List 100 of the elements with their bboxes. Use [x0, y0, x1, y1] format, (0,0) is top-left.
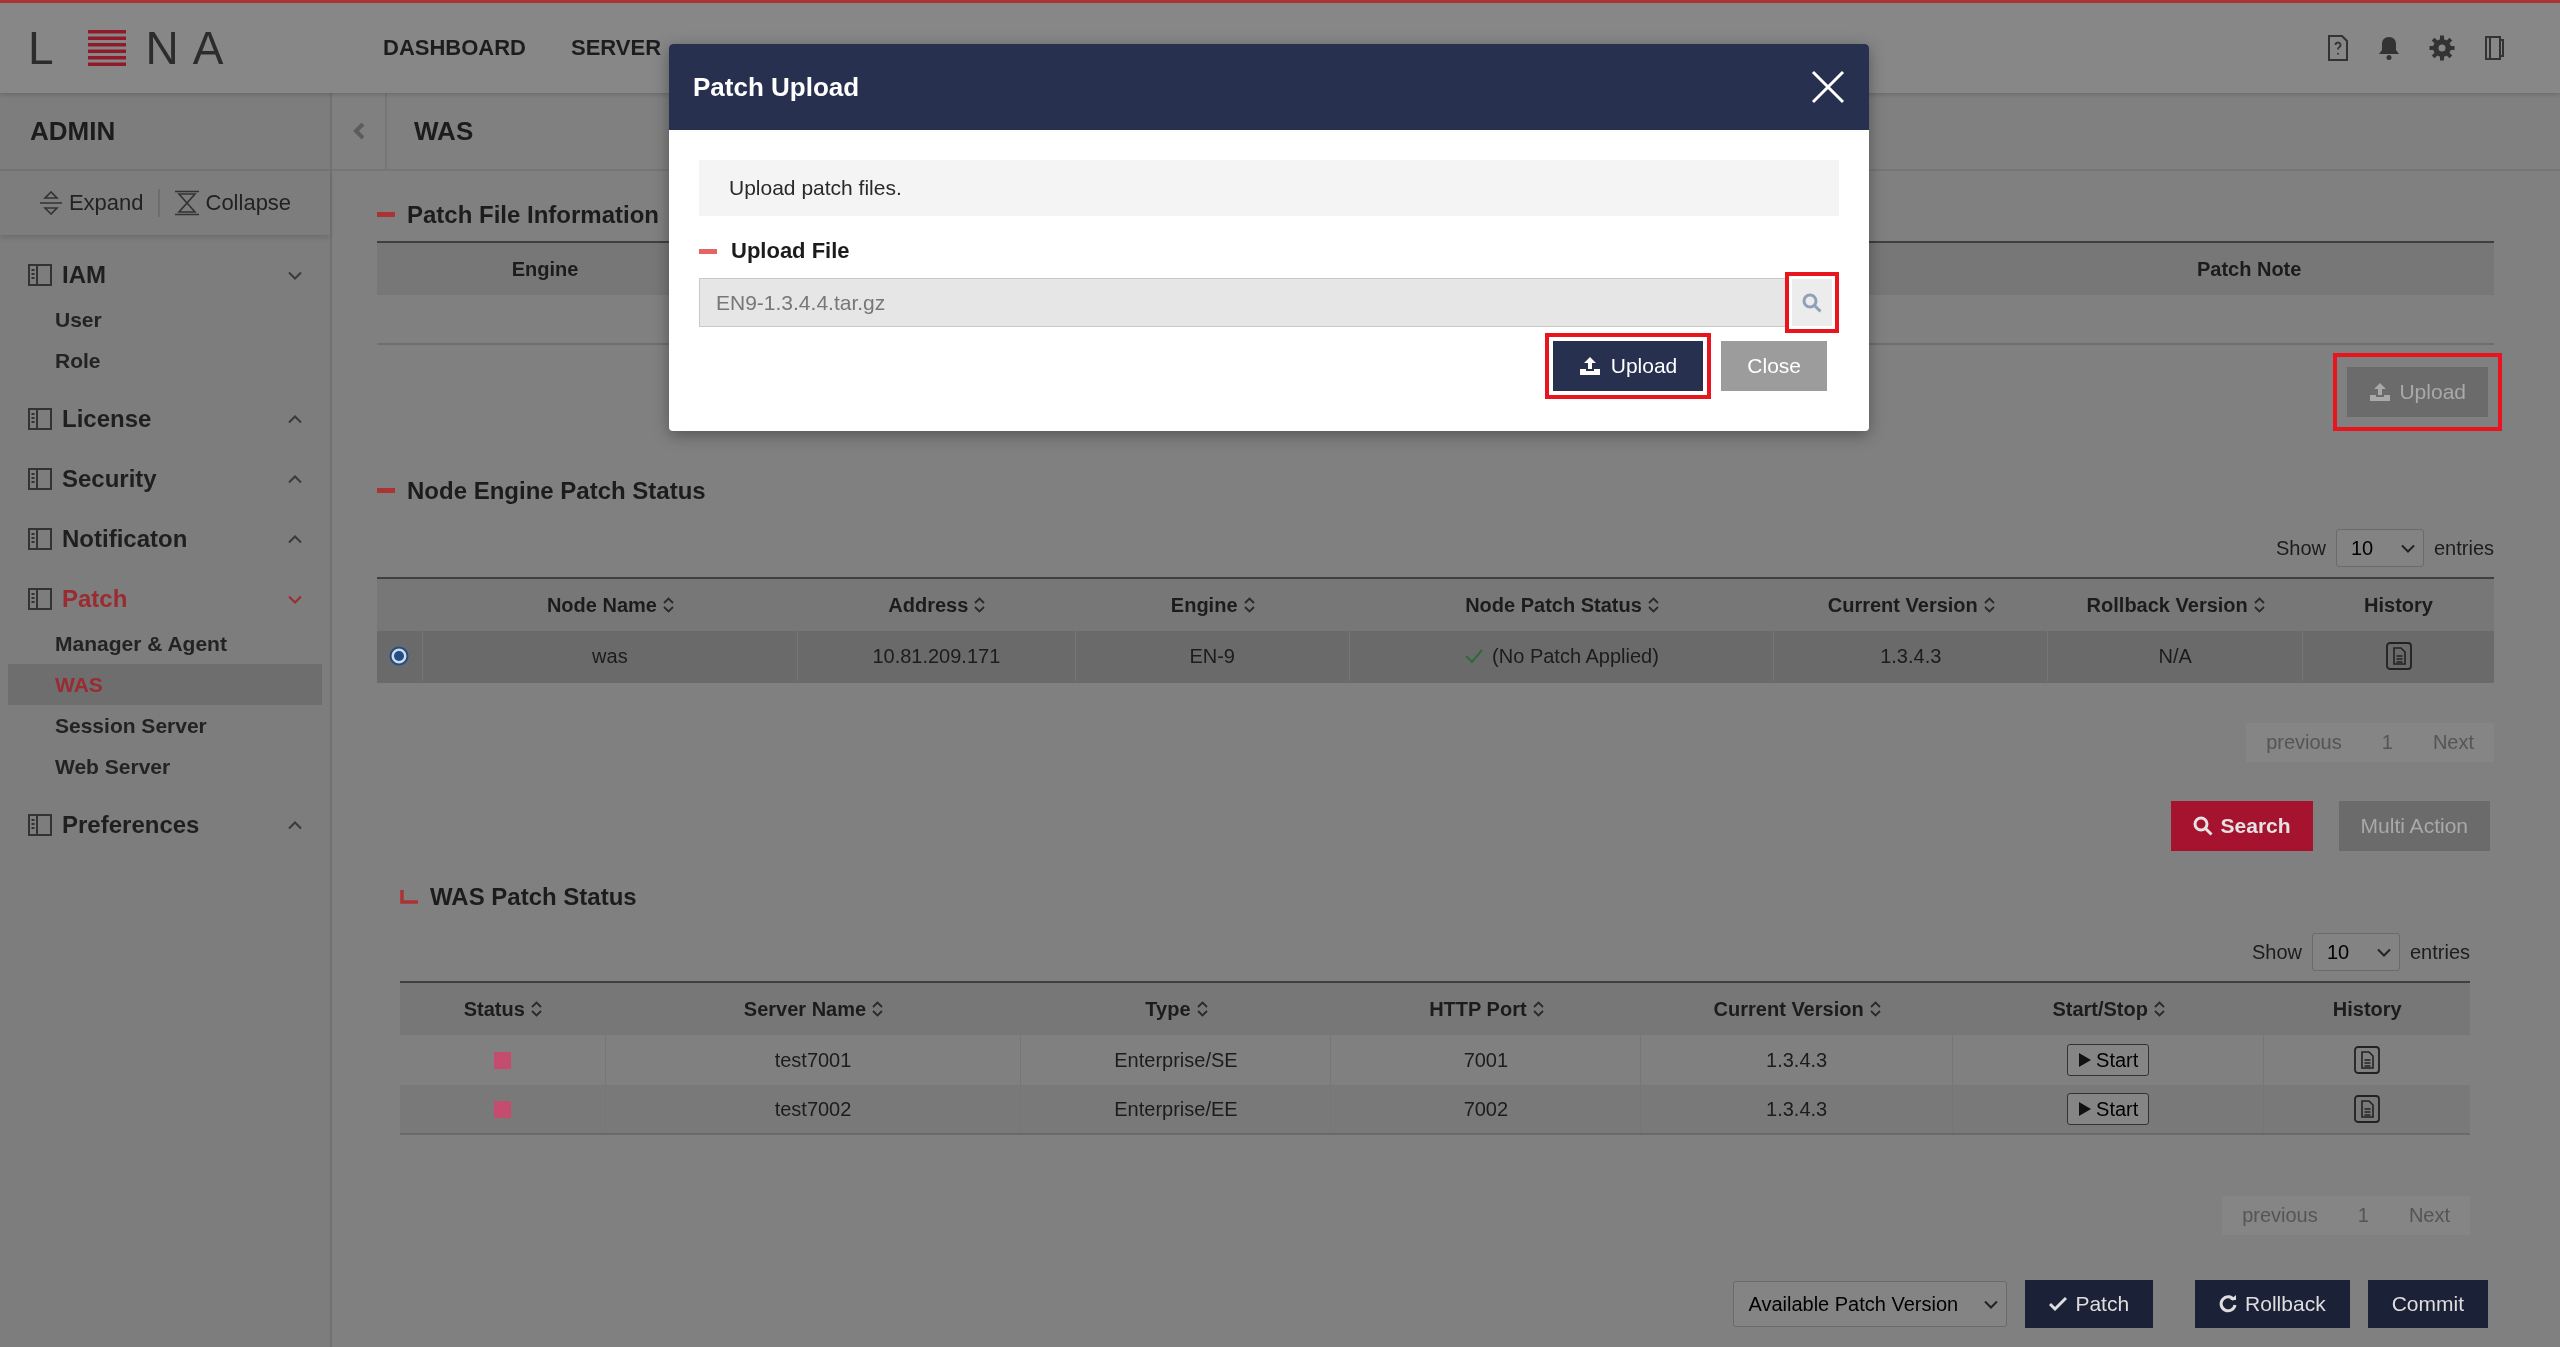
close-icon[interactable]	[1811, 70, 1845, 104]
chevron-up-icon[interactable]	[288, 534, 302, 544]
show-label: Show	[2251, 940, 2302, 964]
chevron-up-icon[interactable]	[288, 414, 302, 424]
column-header[interactable]: Node Name	[546, 593, 674, 617]
book-icon[interactable]	[2483, 35, 2505, 61]
dash-marker-icon	[377, 488, 395, 494]
start-button[interactable]: Start	[2067, 1044, 2150, 1076]
rollback-button[interactable]: Rollback	[2195, 1280, 2350, 1328]
document-icon[interactable]	[2354, 1046, 2381, 1074]
close-button[interactable]: Close	[1721, 341, 1827, 391]
table-cell: 1.3.4.3	[1880, 644, 1942, 668]
sort-icon	[1983, 597, 1995, 613]
chevron-up-icon[interactable]	[288, 820, 302, 830]
sort-icon	[1532, 1001, 1544, 1017]
dialog-title: Patch Upload	[693, 71, 860, 103]
column-header: History	[2332, 997, 2402, 1021]
settings-icon[interactable]	[2429, 35, 2455, 61]
sort-icon	[1196, 1001, 1208, 1017]
sidebar-title: ADMIN	[0, 93, 330, 171]
upload-button[interactable]: Upload	[1552, 341, 1704, 391]
sort-icon	[2253, 597, 2265, 613]
nav-tab[interactable]: DASHBOARD	[383, 35, 526, 61]
column-header[interactable]: Rollback Version	[2086, 593, 2265, 617]
table-cell: 7002	[1463, 1097, 1509, 1121]
sidebar-group[interactable]: Notificaton	[0, 509, 330, 569]
refresh-icon	[2219, 1295, 2238, 1313]
upload-icon	[1578, 356, 1601, 376]
sort-icon	[1869, 1001, 1881, 1017]
sort-icon	[1647, 597, 1659, 613]
field-label: Upload File	[731, 238, 850, 264]
sort-icon	[662, 597, 674, 613]
search-icon	[2192, 816, 2213, 836]
help-document-icon[interactable]	[2327, 35, 2349, 61]
section-title: WAS Patch Status	[430, 883, 637, 911]
section-title: Node Engine Patch Status	[407, 477, 706, 505]
search-button[interactable]: Search	[2170, 801, 2313, 851]
table-cell: Enterprise/SE	[1114, 1048, 1238, 1072]
column-header[interactable]: Current Version	[1827, 593, 1995, 617]
chevron-up-icon[interactable]	[288, 474, 302, 484]
column-header: Patch Note	[2196, 257, 2302, 281]
sidebar-item[interactable]: Role	[8, 340, 322, 381]
logo-stripes-icon	[87, 30, 126, 66]
elbow-marker-icon	[400, 890, 418, 904]
chevron-down-icon	[2400, 543, 2415, 553]
chevron-left-icon	[352, 122, 365, 140]
collapse-button[interactable]: Collapse	[173, 190, 292, 216]
bell-icon[interactable]	[2377, 35, 2401, 61]
sidebar-item[interactable]: Session Server	[8, 705, 322, 746]
table-cell: 7001	[1463, 1048, 1509, 1072]
column-header[interactable]: Node Patch Status	[1465, 593, 1659, 617]
table-cell: test7001	[774, 1048, 852, 1072]
patch-button[interactable]: Patch	[2025, 1280, 2154, 1328]
table-cell: 1.3.4.3	[1766, 1048, 1828, 1072]
patch-version-select[interactable]: Available Patch Version	[1733, 1281, 2008, 1327]
logo-text: L	[28, 21, 68, 75]
nav-tab[interactable]: SERVER	[571, 35, 662, 61]
panel-icon	[28, 528, 52, 550]
sidebar-group[interactable]: License	[0, 389, 330, 449]
chevron-down-icon	[1984, 1299, 1999, 1309]
column-header: History	[2364, 593, 2433, 617]
column-header[interactable]: Start/Stop	[2052, 997, 2165, 1021]
page-size-select[interactable]: 10	[2335, 529, 2424, 567]
sort-icon	[974, 597, 986, 613]
panel-icon	[28, 408, 52, 430]
sidebar-item[interactable]: Web Server	[8, 746, 322, 787]
play-icon	[2078, 1101, 2093, 1117]
chevron-down-icon[interactable]	[288, 594, 302, 604]
upload-icon	[2369, 382, 2392, 402]
chevron-down-icon[interactable]	[288, 270, 302, 280]
start-button[interactable]: Start	[2067, 1093, 2150, 1125]
search-button[interactable]	[1792, 279, 1832, 326]
chevron-down-icon	[2376, 947, 2391, 957]
document-icon[interactable]	[2354, 1095, 2381, 1123]
radio-button[interactable]	[389, 646, 410, 666]
table-cell: 1.3.4.3	[1766, 1097, 1828, 1121]
table-cell: N/A	[2158, 644, 2192, 668]
show-label: Show	[2275, 536, 2326, 560]
column-header[interactable]: Type	[1145, 997, 1208, 1021]
column-header[interactable]: HTTP Port	[1429, 997, 1544, 1021]
table-cell: test7002	[774, 1097, 852, 1121]
column-header[interactable]: Server Name	[743, 997, 884, 1021]
page-size-select[interactable]: 10	[2311, 933, 2400, 971]
column-header[interactable]: Current Version	[1713, 997, 1881, 1021]
sidebar-group[interactable]: Security	[0, 449, 330, 509]
check-icon	[1464, 648, 1485, 664]
check-icon	[2049, 1296, 2068, 1312]
column-header: Engine	[511, 257, 579, 281]
sidebar-group[interactable]: Preferences	[0, 795, 330, 855]
commit-button[interactable]: Commit	[2367, 1280, 2488, 1328]
dash-marker-icon	[377, 212, 395, 218]
logo-text: NA	[145, 21, 238, 75]
panel-icon	[28, 264, 52, 286]
column-header[interactable]: Address	[888, 593, 986, 617]
document-icon[interactable]	[2385, 642, 2412, 670]
column-header[interactable]: Status	[463, 997, 542, 1021]
panel-icon	[28, 468, 52, 490]
column-header[interactable]: Engine	[1170, 593, 1255, 617]
expand-button[interactable]: Expand	[38, 190, 144, 216]
info-message: Upload patch files.	[699, 160, 1839, 216]
